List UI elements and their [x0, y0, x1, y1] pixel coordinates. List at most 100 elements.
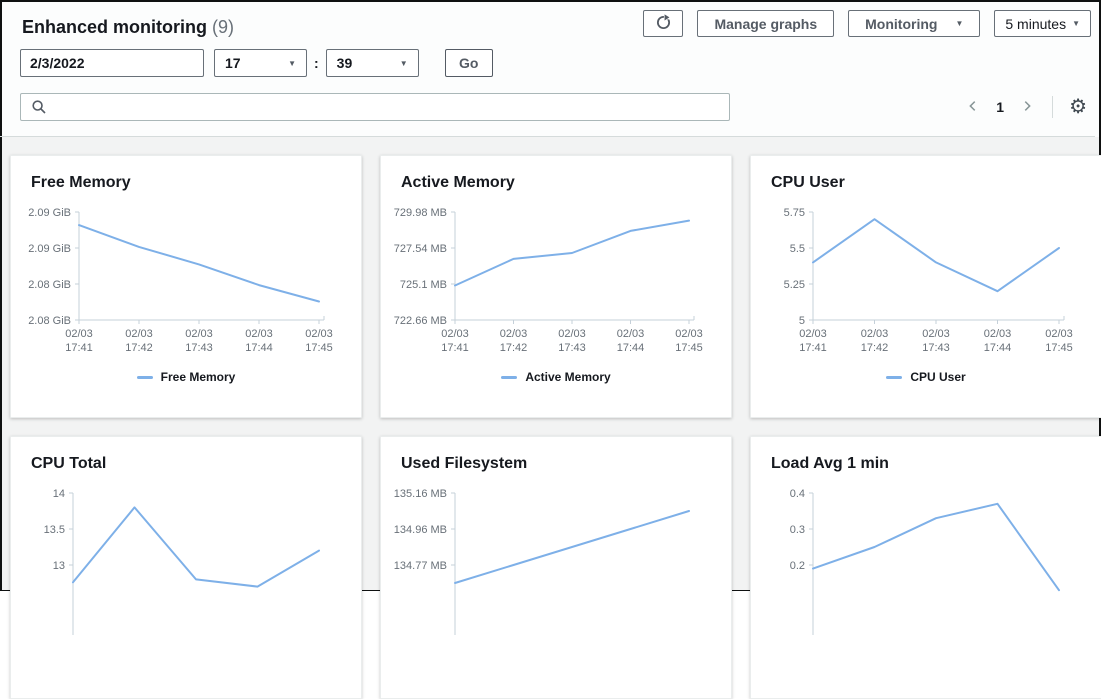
- svg-text:5.5: 5.5: [790, 243, 805, 255]
- svg-text:17:42: 17:42: [125, 342, 153, 354]
- svg-text:02/03: 02/03: [799, 328, 827, 340]
- svg-text:17:43: 17:43: [185, 342, 213, 354]
- legend-label: CPU User: [910, 370, 965, 384]
- svg-text:722.66 MB: 722.66 MB: [394, 315, 447, 327]
- legend-swatch: [886, 376, 902, 379]
- svg-text:02/03: 02/03: [617, 328, 645, 340]
- svg-text:17:43: 17:43: [558, 342, 586, 354]
- datetime-controls: 17 ▼ : 39 ▼ Go: [20, 49, 1091, 77]
- header: Enhanced monitoring(9) Manage graphs Mon…: [2, 2, 1099, 137]
- chart-legend: Free Memory: [11, 370, 361, 384]
- svg-text:2.09 GiB: 2.09 GiB: [28, 243, 71, 255]
- chart-plot: 0.40.30.2: [751, 485, 1101, 635]
- hour-select[interactable]: 17 ▼: [214, 49, 307, 77]
- svg-text:17:44: 17:44: [617, 342, 645, 354]
- manage-graphs-button[interactable]: Manage graphs: [697, 10, 834, 37]
- svg-text:02/03: 02/03: [185, 328, 213, 340]
- next-page-button[interactable]: [1016, 95, 1038, 120]
- series-line: [455, 221, 689, 286]
- svg-text:17:41: 17:41: [799, 342, 827, 354]
- svg-text:02/03: 02/03: [125, 328, 153, 340]
- svg-text:17:44: 17:44: [984, 342, 1012, 354]
- series-line: [813, 219, 1059, 291]
- svg-text:5.25: 5.25: [784, 279, 805, 291]
- interval-dropdown-button[interactable]: 5 minutes ▼: [994, 10, 1091, 37]
- svg-text:02/03: 02/03: [922, 328, 950, 340]
- legend-swatch: [137, 376, 153, 379]
- search-box: [20, 93, 730, 121]
- search-input[interactable]: [20, 93, 730, 121]
- search-icon: [31, 99, 47, 120]
- svg-text:17:41: 17:41: [441, 342, 469, 354]
- minute-select[interactable]: 39 ▼: [326, 49, 419, 77]
- hour-value: 17: [225, 55, 241, 71]
- legend-label: Active Memory: [525, 370, 610, 384]
- series-line: [73, 507, 319, 586]
- chart-title: CPU Total: [11, 437, 361, 473]
- svg-text:02/03: 02/03: [500, 328, 528, 340]
- svg-text:0.2: 0.2: [790, 560, 805, 572]
- previous-page-button[interactable]: [962, 95, 984, 120]
- date-field[interactable]: [20, 49, 204, 77]
- chart-card: Used Filesystem 135.16 MB134.96 MB134.77…: [380, 436, 732, 699]
- pagination: 1 ⚙: [962, 95, 1091, 120]
- chart-title: Load Avg 1 min: [751, 437, 1101, 473]
- svg-text:2.08 GiB: 2.08 GiB: [28, 315, 71, 327]
- svg-text:02/03: 02/03: [558, 328, 586, 340]
- svg-text:02/03: 02/03: [65, 328, 93, 340]
- svg-text:2.08 GiB: 2.08 GiB: [28, 279, 71, 291]
- chart-card: CPU User 5.755.55.25502/0317:4102/0317:4…: [750, 155, 1101, 418]
- chart-title: Free Memory: [11, 156, 361, 192]
- svg-text:14: 14: [53, 488, 65, 500]
- time-separator: :: [314, 55, 319, 71]
- monitoring-dropdown-label: Monitoring: [865, 16, 937, 32]
- svg-text:02/03: 02/03: [305, 328, 333, 340]
- go-button[interactable]: Go: [445, 49, 493, 77]
- svg-text:02/03: 02/03: [861, 328, 889, 340]
- series-line: [79, 225, 319, 301]
- chart-title: Active Memory: [381, 156, 731, 192]
- svg-text:17:45: 17:45: [305, 342, 333, 354]
- chart-plot: 5.755.55.25502/0317:4102/0317:4202/0317:…: [751, 204, 1101, 354]
- chart-card: Active Memory 729.98 MB727.54 MB725.1 MB…: [380, 155, 732, 418]
- settings-button[interactable]: ⚙: [1067, 97, 1089, 117]
- chart-title: CPU User: [751, 156, 1101, 192]
- graph-count: (9): [212, 17, 234, 37]
- svg-text:134.77 MB: 134.77 MB: [394, 560, 447, 572]
- svg-text:135.16 MB: 135.16 MB: [394, 488, 447, 500]
- refresh-icon: [655, 14, 672, 34]
- chevron-down-icon: ▼: [955, 19, 963, 28]
- minute-value: 39: [337, 55, 353, 71]
- page-title: Enhanced monitoring(9): [22, 17, 234, 38]
- refresh-button[interactable]: [643, 10, 683, 37]
- chart-card: CPU Total 1413.513: [10, 436, 362, 699]
- chevron-right-icon: [1020, 99, 1034, 116]
- svg-text:5: 5: [799, 315, 805, 327]
- svg-text:13: 13: [53, 560, 65, 572]
- svg-text:02/03: 02/03: [245, 328, 273, 340]
- chevron-down-icon: ▼: [400, 59, 408, 68]
- chart-title: Used Filesystem: [381, 437, 731, 473]
- svg-text:17:45: 17:45: [675, 342, 703, 354]
- interval-dropdown-label: 5 minutes: [1005, 16, 1066, 32]
- svg-text:2.09 GiB: 2.09 GiB: [28, 207, 71, 219]
- page-title-text: Enhanced monitoring: [22, 17, 207, 37]
- svg-text:17:44: 17:44: [245, 342, 273, 354]
- chart-card: Load Avg 1 min 0.40.30.2: [750, 436, 1101, 699]
- svg-text:17:41: 17:41: [65, 342, 93, 354]
- svg-text:02/03: 02/03: [675, 328, 703, 340]
- chevron-down-icon: ▼: [1072, 19, 1080, 28]
- svg-text:725.1 MB: 725.1 MB: [400, 279, 447, 291]
- pager-divider: [1052, 96, 1053, 118]
- svg-text:17:42: 17:42: [500, 342, 528, 354]
- monitoring-dropdown-button[interactable]: Monitoring ▼: [848, 10, 980, 37]
- svg-text:02/03: 02/03: [984, 328, 1012, 340]
- svg-text:727.54 MB: 727.54 MB: [394, 243, 447, 255]
- chart-plot: 2.09 GiB2.09 GiB2.08 GiB2.08 GiB02/0317:…: [11, 204, 362, 354]
- charts-area: Free Memory 2.09 GiB 2.09 GiB 2.08 GiB 2.08…: [2, 137, 1099, 590]
- gear-icon: ⚙: [1069, 96, 1087, 118]
- toolbar: Manage graphs Monitoring ▼ 5 minutes ▼: [643, 10, 1091, 37]
- svg-text:17:45: 17:45: [1045, 342, 1073, 354]
- legend-swatch: [501, 376, 517, 379]
- chart-legend: Active Memory: [381, 370, 731, 384]
